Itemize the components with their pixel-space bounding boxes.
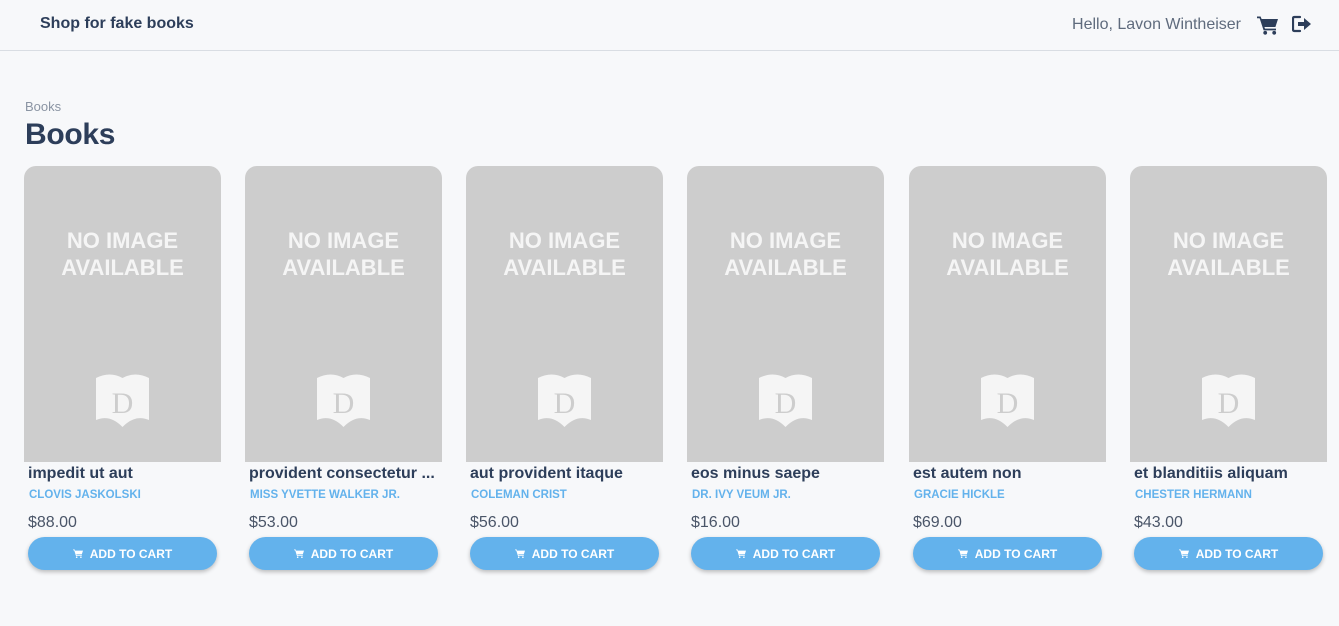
book-title[interactable]: et blanditiis aliquam	[1134, 465, 1324, 483]
book-price: $56.00	[470, 514, 519, 531]
page-title: Books	[25, 118, 116, 151]
book-logo-icon: D	[317, 374, 370, 427]
book-author[interactable]: DR. IVY VEUM JR.	[692, 489, 882, 501]
book-card[interactable]: NO IMAGE AVAILABLE D est autem non GRACI…	[909, 166, 1106, 576]
svg-text:D: D	[112, 387, 134, 420]
book-author[interactable]: COLEMAN CRIST	[471, 489, 661, 501]
book-author[interactable]: GRACIE HICKLE	[914, 489, 1104, 501]
book-card[interactable]: NO IMAGE AVAILABLE D aut provident itaqu…	[466, 166, 663, 576]
cart-icon	[293, 549, 304, 558]
book-author[interactable]: CLOVIS JASKOLSKI	[29, 489, 219, 501]
no-image-text: AVAILABLE	[61, 255, 184, 280]
book-price: $69.00	[913, 514, 962, 531]
svg-text:D: D	[997, 387, 1019, 420]
add-to-cart-button[interactable]: ADD TO CART	[691, 537, 880, 570]
cart-icon	[735, 549, 746, 558]
add-to-cart-label: ADD TO CART	[752, 546, 836, 561]
book-cover-placeholder[interactable]: NO IMAGE AVAILABLE D	[466, 166, 663, 462]
add-to-cart-label: ADD TO CART	[531, 546, 615, 561]
add-to-cart-button[interactable]: ADD TO CART	[1134, 537, 1323, 570]
user-greeting: Hello, Lavon Wintheiser	[1072, 16, 1241, 33]
book-price: $43.00	[1134, 514, 1183, 531]
book-price: $88.00	[28, 514, 77, 531]
svg-text:D: D	[775, 387, 797, 420]
book-cover-placeholder[interactable]: NO IMAGE AVAILABLE D	[245, 166, 442, 462]
add-to-cart-label: ADD TO CART	[89, 546, 173, 561]
book-card[interactable]: NO IMAGE AVAILABLE D provident consectet…	[245, 166, 442, 576]
cart-icon	[72, 549, 83, 558]
book-author[interactable]: MISS YVETTE WALKER JR.	[250, 489, 440, 501]
no-image-text: AVAILABLE	[946, 255, 1069, 280]
book-title[interactable]: est autem non	[913, 465, 1103, 483]
brand-link[interactable]: Shop for fake books	[40, 15, 194, 33]
book-logo-icon: D	[538, 374, 591, 427]
book-cover-placeholder[interactable]: NO IMAGE AVAILABLE D	[687, 166, 884, 462]
book-cover-placeholder[interactable]: NO IMAGE AVAILABLE D	[909, 166, 1106, 462]
no-image-text: AVAILABLE	[724, 255, 847, 280]
no-image-text: NO IMAGE	[730, 228, 841, 253]
add-to-cart-button[interactable]: ADD TO CART	[913, 537, 1102, 570]
cart-icon	[957, 549, 968, 558]
book-title[interactable]: provident consectetur ...	[249, 465, 439, 483]
cart-icon	[514, 549, 525, 558]
add-to-cart-button[interactable]: ADD TO CART	[470, 537, 659, 570]
breadcrumb[interactable]: Books	[25, 99, 61, 114]
add-to-cart-button[interactable]: ADD TO CART	[249, 537, 438, 570]
book-title[interactable]: impedit ut aut	[28, 465, 218, 483]
book-logo-icon: D	[96, 374, 149, 427]
book-card[interactable]: NO IMAGE AVAILABLE D eos minus saepe DR.…	[687, 166, 884, 576]
no-image-text: NO IMAGE	[509, 228, 620, 253]
no-image-text: AVAILABLE	[282, 255, 405, 280]
book-price: $16.00	[691, 514, 740, 531]
book-logo-icon: D	[759, 374, 812, 427]
book-logo-icon: D	[981, 374, 1034, 427]
no-image-text: NO IMAGE	[67, 228, 178, 253]
no-image-text: AVAILABLE	[1167, 255, 1290, 280]
cart-icon	[1178, 549, 1189, 558]
no-image-text: NO IMAGE	[952, 228, 1063, 253]
svg-text:D: D	[1218, 387, 1240, 420]
book-cover-placeholder[interactable]: NO IMAGE AVAILABLE D	[24, 166, 221, 462]
add-to-cart-button[interactable]: ADD TO CART	[28, 537, 217, 570]
book-cover-placeholder[interactable]: NO IMAGE AVAILABLE D	[1130, 166, 1327, 462]
book-card[interactable]: NO IMAGE AVAILABLE D impedit ut aut CLOV…	[24, 166, 221, 576]
svg-text:D: D	[333, 387, 355, 420]
no-image-text: NO IMAGE	[288, 228, 399, 253]
add-to-cart-label: ADD TO CART	[1195, 546, 1279, 561]
no-image-text: AVAILABLE	[503, 255, 626, 280]
no-image-text: NO IMAGE	[1173, 228, 1284, 253]
cart-icon[interactable]	[1257, 15, 1279, 35]
book-title[interactable]: eos minus saepe	[691, 465, 881, 483]
book-title[interactable]: aut provident itaque	[470, 465, 660, 483]
book-card[interactable]: NO IMAGE AVAILABLE D et blanditiis aliqu…	[1130, 166, 1327, 576]
add-to-cart-label: ADD TO CART	[974, 546, 1058, 561]
sign-out-icon[interactable]	[1292, 15, 1312, 33]
top-navbar: Shop for fake books Hello, Lavon Winthei…	[0, 0, 1339, 51]
book-grid: NO IMAGE AVAILABLE D impedit ut aut CLOV…	[24, 166, 1334, 576]
svg-text:D: D	[554, 387, 576, 420]
book-author[interactable]: CHESTER HERMANN	[1135, 489, 1325, 501]
book-logo-icon: D	[1202, 374, 1255, 427]
add-to-cart-label: ADD TO CART	[310, 546, 394, 561]
book-price: $53.00	[249, 514, 298, 531]
